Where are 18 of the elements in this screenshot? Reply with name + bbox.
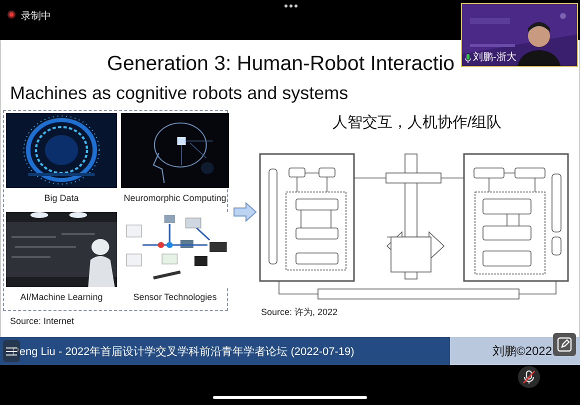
- participant-name: 刘鹏-浙大: [473, 52, 516, 64]
- pencil-icon: [557, 337, 572, 352]
- image-caption: AI/Machine Learning: [20, 290, 103, 302]
- arrow-icon: [233, 202, 257, 222]
- slide-subtitle: Machines as cognitive robots and systems: [10, 82, 348, 104]
- microphone-button[interactable]: [518, 366, 540, 388]
- slide-title: Generation 3: Human-Robot Interactio: [107, 51, 455, 77]
- image-caption: Sensor Technologies: [133, 290, 217, 302]
- more-icon[interactable]: [284, 4, 298, 8]
- image-caption: Big Data: [44, 192, 79, 204]
- source-note: Source: 许为, 2022: [261, 306, 338, 319]
- figure-title: 人智交互，人机协作/组队: [332, 114, 502, 132]
- annotate-button[interactable]: [553, 333, 576, 356]
- copyright-text: 刘鹏©2022: [492, 342, 552, 360]
- video-tile[interactable]: 刘鹏-浙大: [461, 3, 578, 67]
- source-note: Source: Internet: [10, 316, 74, 326]
- image-caption: Neuromorphic Computing: [124, 192, 226, 204]
- recording-label: 录制中: [21, 10, 51, 23]
